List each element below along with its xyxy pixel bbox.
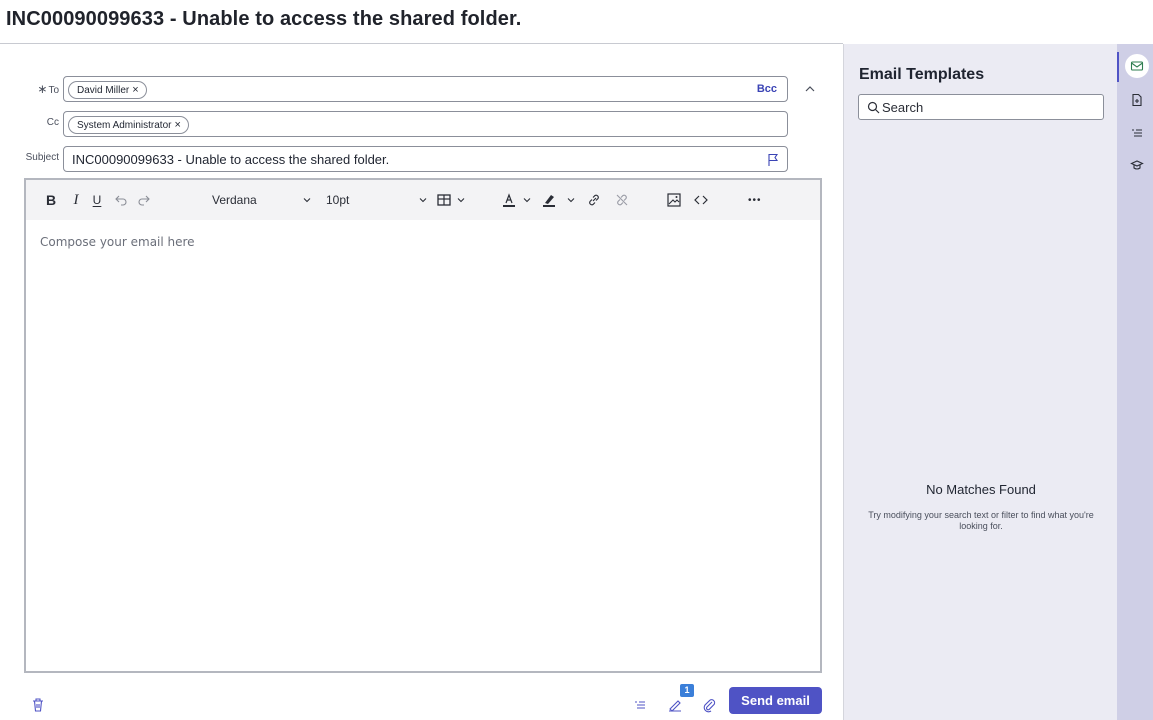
highlight-icon[interactable] <box>541 190 557 210</box>
font-size-select[interactable]: 10pt <box>326 190 349 210</box>
recipient-chip[interactable]: System Administrator × <box>68 116 189 134</box>
search-icon <box>867 101 880 114</box>
list-icon[interactable] <box>633 698 647 712</box>
unlink-icon[interactable] <box>614 190 630 210</box>
cc-field[interactable]: System Administrator × <box>63 111 788 137</box>
more-options-button[interactable]: ••• <box>748 190 762 210</box>
rail-knowledge[interactable] <box>1125 153 1149 177</box>
knowledge-cap-icon <box>1130 160 1144 170</box>
cc-label: Cc <box>46 117 59 128</box>
attachment-icon[interactable] <box>702 697 716 713</box>
chevron-up-icon[interactable] <box>802 81 818 97</box>
subject-input[interactable]: INC00090099633 - Unable to access the sh… <box>72 152 389 167</box>
required-marker: ∗ <box>37 82 48 96</box>
send-email-button[interactable]: Send email <box>729 687 822 714</box>
recipient-chip[interactable]: David Miller × <box>68 81 147 99</box>
chevron-down-icon[interactable] <box>522 190 532 210</box>
to-field[interactable]: David Miller × Bcc <box>63 76 788 102</box>
undo-icon[interactable] <box>114 190 128 210</box>
signature-icon[interactable] <box>667 696 683 712</box>
templates-title: Email Templates <box>859 66 985 83</box>
editor-toolbar: B I U Verdana 10pt ••• <box>26 180 820 220</box>
chevron-down-icon[interactable] <box>302 190 312 210</box>
no-matches-title: No Matches Found <box>926 482 1036 497</box>
flag-icon[interactable] <box>767 153 779 167</box>
email-templates-panel: Email Templates No Matches Found Try mod… <box>843 44 1117 720</box>
trash-icon[interactable] <box>31 697 45 713</box>
link-icon[interactable] <box>586 190 602 210</box>
table-icon[interactable] <box>436 190 452 210</box>
list-icon <box>1132 129 1142 137</box>
remove-recipient-icon[interactable]: × <box>174 119 180 131</box>
to-label: ∗To <box>37 82 59 96</box>
rail-list[interactable] <box>1125 121 1149 145</box>
subject-row: Subject INC00090099633 - Unable to acces… <box>0 146 843 172</box>
add-document-icon <box>1132 93 1142 107</box>
subject-label: Subject <box>25 152 59 163</box>
side-icon-rail <box>1117 44 1153 720</box>
active-indicator <box>1117 52 1119 82</box>
compose-panel: ∗To David Miller × Bcc Cc System Administ… <box>0 44 843 720</box>
text-color-icon[interactable] <box>501 190 517 210</box>
underline-button[interactable]: U <box>91 190 103 210</box>
templates-search-input[interactable] <box>882 98 1097 116</box>
signature-count-badge: 1 <box>680 684 694 697</box>
cc-row: Cc System Administrator × <box>0 111 843 137</box>
redo-icon[interactable] <box>137 190 151 210</box>
chevron-down-icon[interactable] <box>566 190 576 210</box>
font-family-select[interactable]: Verdana <box>212 190 257 210</box>
email-editor[interactable]: B I U Verdana 10pt ••• Compose your emai… <box>24 178 822 673</box>
bold-button[interactable]: B <box>44 190 58 210</box>
page-title: INC00090099633 - Unable to access the sh… <box>6 8 522 30</box>
rail-add-document[interactable] <box>1125 88 1149 112</box>
no-matches-message: Try modifying your search text or filter… <box>868 510 1094 531</box>
to-row: ∗To David Miller × Bcc <box>0 76 843 102</box>
email-templates-icon <box>1130 61 1144 71</box>
code-icon[interactable] <box>693 190 709 210</box>
chevron-down-icon[interactable] <box>456 190 466 210</box>
templates-search-box[interactable] <box>858 94 1104 120</box>
italic-button[interactable]: I <box>70 190 82 210</box>
subject-field[interactable]: INC00090099633 - Unable to access the sh… <box>63 146 788 172</box>
chevron-down-icon[interactable] <box>418 190 428 210</box>
rail-email-templates[interactable] <box>1125 54 1149 78</box>
image-icon[interactable] <box>666 190 682 210</box>
remove-recipient-icon[interactable]: × <box>132 84 138 96</box>
editor-placeholder: Compose your email here <box>40 235 195 249</box>
bcc-link[interactable]: Bcc <box>757 83 777 95</box>
